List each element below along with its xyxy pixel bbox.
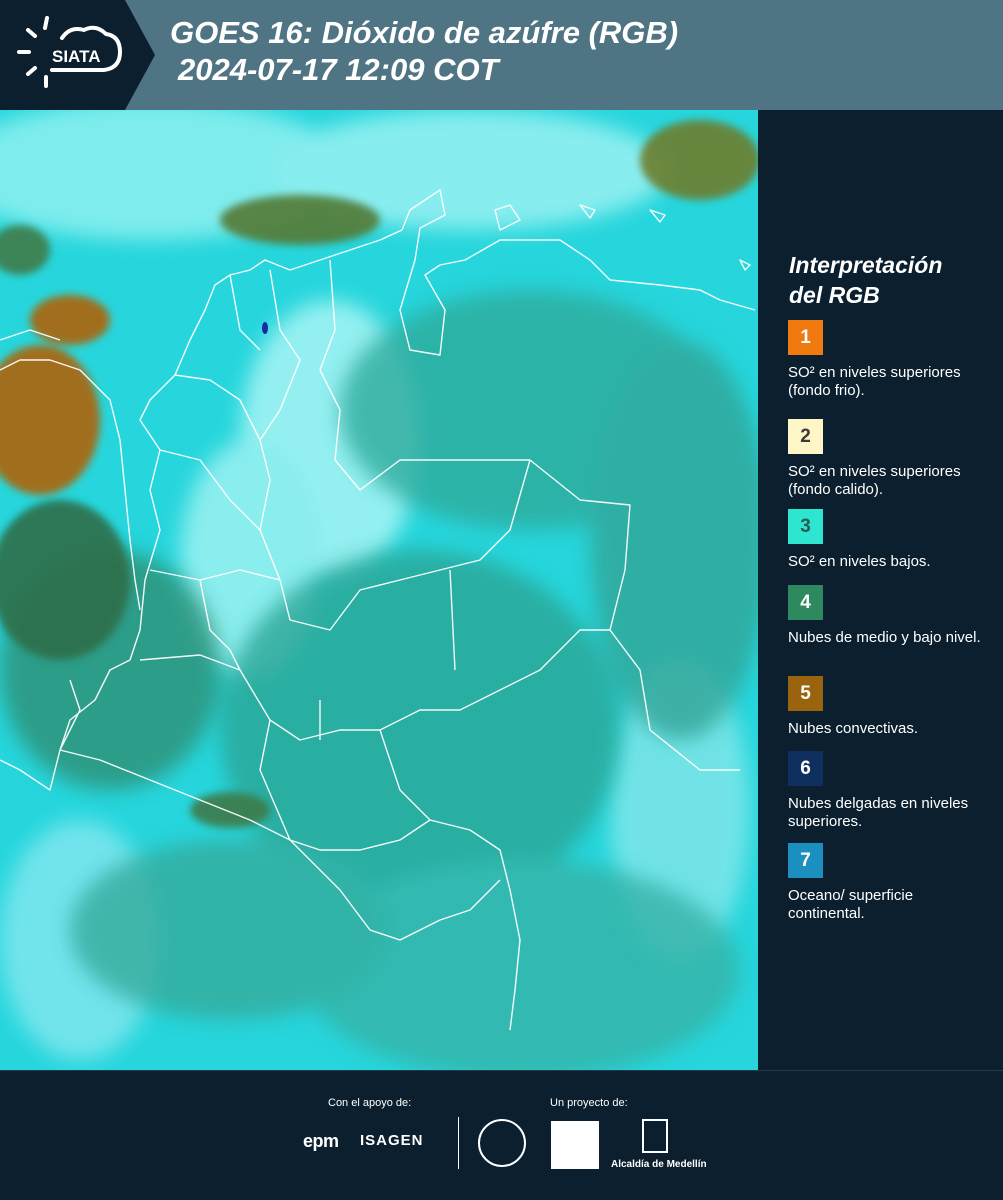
- alcaldia-label: Alcaldía de Medellín: [611, 1159, 707, 1170]
- legend-number-3: 3: [800, 515, 811, 537]
- legend-number-4: 4: [800, 591, 811, 613]
- medellin-seal-icon: [478, 1119, 526, 1167]
- area-metropolitana-logo: [551, 1121, 599, 1169]
- legend-number-7: 7: [800, 849, 811, 871]
- legend-swatch-4: 4: [788, 585, 823, 620]
- legend-item-4: 4 Nubes de medio y bajo nivel.: [788, 585, 993, 647]
- legend-swatch-2: 2: [788, 419, 823, 454]
- legend-text-6: Nubes delgadas en niveles superiores.: [788, 795, 969, 830]
- legend-swatch-5: 5: [788, 676, 823, 711]
- legend-text-1: SO² en niveles superiores (fondo frio).: [788, 364, 961, 399]
- legend-item-7: 7 Oceano/ superficie continental.: [788, 843, 993, 923]
- support-label: Con el apoyo de:: [328, 1097, 412, 1109]
- legend-item-3: 3 SO² en niveles bajos.: [788, 509, 993, 571]
- legend-title-line-1: Interpretación: [789, 252, 943, 278]
- header-bar: SIATA GOES 16: Dióxido de azúfre (RGB) 2…: [0, 0, 1003, 110]
- legend-number-2: 2: [800, 425, 811, 447]
- title-line-1: GOES 16: Dióxido de azúfre (RGB): [170, 15, 679, 50]
- siata-logo: SIATA: [0, 0, 160, 110]
- legend-number-1: 1: [800, 326, 811, 348]
- legend-item-2: 2 SO² en niveles superiores (fondo calid…: [788, 419, 993, 499]
- legend-item-5: 5 Nubes convectivas.: [788, 676, 993, 738]
- legend-item-1: 1 SO² en niveles superiores (fondo frio)…: [788, 320, 993, 400]
- alcaldia-crest-icon: [642, 1119, 668, 1153]
- legend-swatch-3: 3: [788, 509, 823, 544]
- legend-item-6: 6 Nubes delgadas en niveles superiores.: [788, 751, 993, 831]
- isagen-logo: ISAGEN: [360, 1132, 424, 1149]
- legend-text-5: Nubes convectivas.: [788, 720, 919, 737]
- footer-divider: [458, 1117, 459, 1169]
- footer-sponsors: Con el apoyo de: Un proyecto de: epm ISA…: [0, 1070, 1003, 1200]
- svg-text:SIATA: SIATA: [52, 47, 100, 66]
- legend-title: Interpretación del RGB: [789, 250, 942, 310]
- legend-text-7: Oceano/ superficie continental.: [788, 887, 914, 922]
- epm-logo: epm: [303, 1131, 339, 1151]
- legend-text-3: SO² en niveles bajos.: [788, 553, 931, 570]
- legend-swatch-6: 6: [788, 751, 823, 786]
- title-line-2: 2024-07-17 12:09 COT: [178, 52, 499, 87]
- page-title: GOES 16: Dióxido de azúfre (RGB) 2024-07…: [170, 14, 678, 88]
- legend-text-2: SO² en niveles superiores (fondo calido)…: [788, 463, 961, 498]
- legend-swatch-7: 7: [788, 843, 823, 878]
- legend-swatch-1: 1: [788, 320, 823, 355]
- legend-text-4: Nubes de medio y bajo nivel.: [788, 629, 981, 646]
- rgb-legend-panel: Interpretación del RGB 1 SO² en niveles …: [760, 110, 1003, 1070]
- satellite-map: [0, 110, 760, 1070]
- project-label: Un proyecto de:: [550, 1097, 628, 1109]
- legend-number-6: 6: [800, 757, 811, 779]
- legend-title-line-2: del RGB: [789, 282, 880, 308]
- legend-number-5: 5: [800, 682, 811, 704]
